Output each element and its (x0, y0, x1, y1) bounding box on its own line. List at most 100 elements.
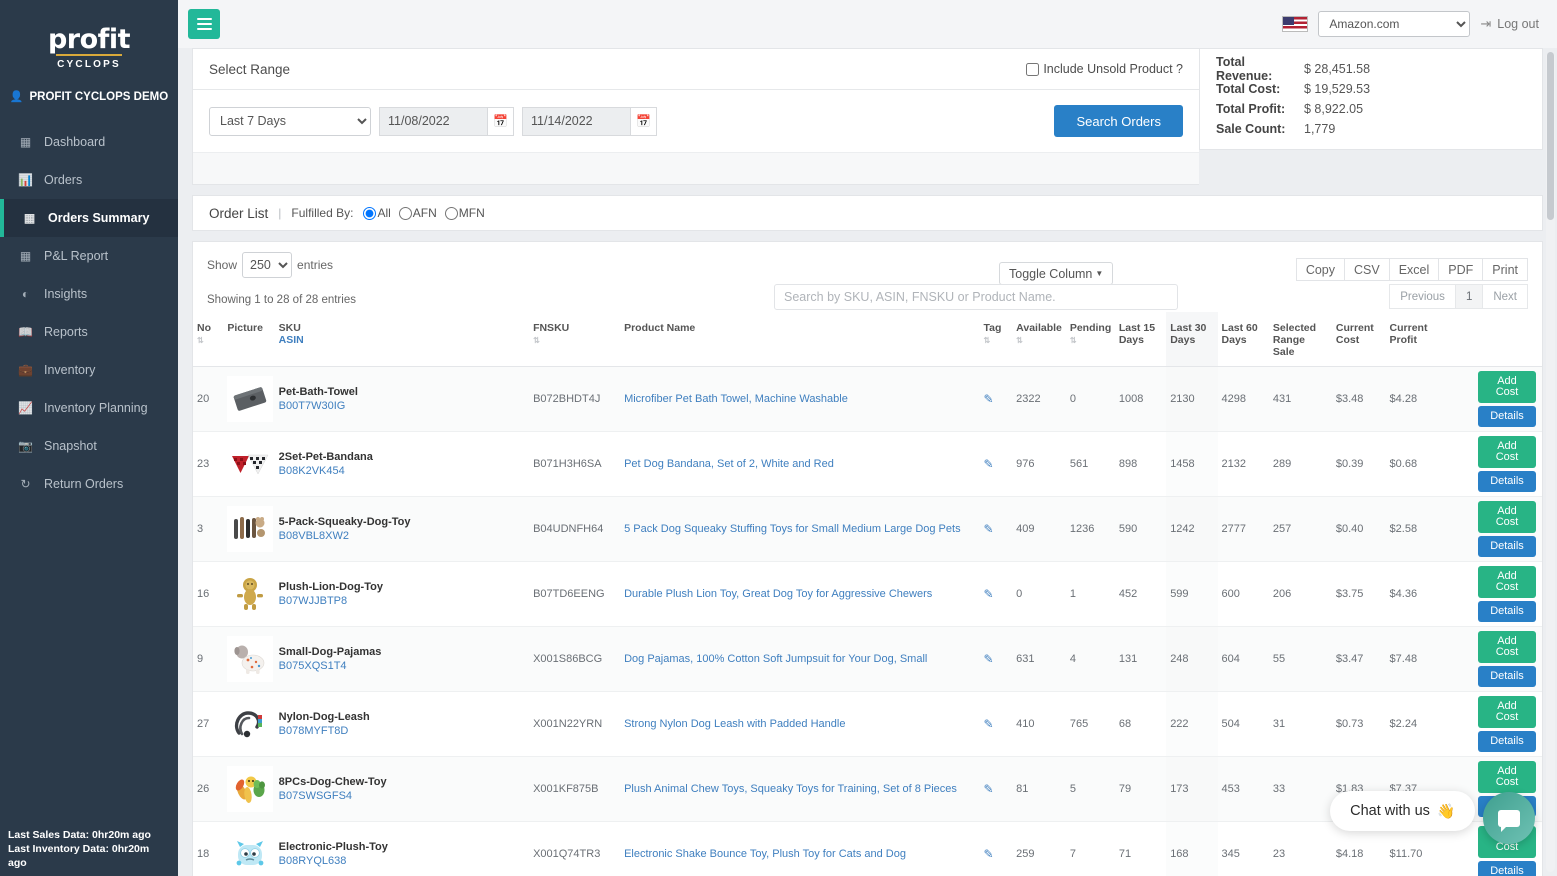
sort-icon[interactable]: ⇅ (197, 337, 204, 345)
details-button[interactable]: Details (1478, 666, 1536, 687)
sidebar-item-inventory-planning[interactable]: 📈 Inventory Planning (0, 389, 178, 427)
marketplace-select[interactable]: Amazon.com (1318, 11, 1471, 37)
sort-icon[interactable]: ⇅ (1016, 337, 1023, 345)
table-row[interactable]: 18 Electronic-Plush-Toy B08RYQL638 X001Q… (193, 821, 1542, 876)
add-cost-button[interactable]: Add Cost (1478, 566, 1536, 598)
fulfilled-by-all-radio[interactable] (363, 206, 377, 220)
asin-link[interactable]: B08VBL8XW2 (279, 529, 525, 543)
excel-button[interactable]: Excel (1388, 258, 1439, 281)
print-button[interactable]: Print (1482, 258, 1528, 281)
sidebar-item-orders-summary[interactable]: ▦ Orders Summary (0, 199, 178, 237)
product-name-link[interactable]: Dog Pajamas, 100% Cotton Soft Jumpsuit f… (624, 653, 927, 665)
col-last-30-days[interactable]: Last 30 Days (1166, 312, 1218, 367)
include-unsold-checkbox[interactable] (1026, 62, 1040, 76)
add-cost-button[interactable]: Add Cost (1478, 631, 1536, 663)
date-range-select[interactable]: Last 7 Days (209, 106, 371, 136)
details-button[interactable]: Details (1478, 601, 1536, 622)
product-name-link[interactable]: Pet Dog Bandana, Set of 2, White and Red (624, 458, 834, 470)
edit-tag-icon[interactable]: ✎ (984, 392, 994, 406)
chat-bubble-icon[interactable] (1483, 792, 1535, 844)
table-row[interactable]: 16 Plush-Lion-Dog-Toy B07WJJBTP8 B07TD6E… (193, 561, 1542, 627)
edit-tag-icon[interactable]: ✎ (984, 457, 994, 471)
sort-icon[interactable]: ⇅ (1070, 337, 1077, 345)
product-name-link[interactable]: 5 Pack Dog Squeaky Stuffing Toys for Sma… (624, 523, 961, 535)
asin-link[interactable]: B075XQS1T4 (279, 659, 525, 673)
col-fnsku[interactable]: FNSKU ⇅ (529, 312, 621, 367)
edit-tag-icon[interactable]: ✎ (984, 652, 994, 666)
table-row[interactable]: 3 5-Pack-Squeaky-Dog-Toy B08VBL8XW2 B04U… (193, 496, 1542, 562)
fulfilled-by-mfn-radio[interactable] (444, 206, 458, 220)
add-cost-button[interactable]: Add Cost (1478, 696, 1536, 728)
product-name-link[interactable]: Plush Animal Chew Toys, Squeaky Toys for… (624, 783, 957, 795)
toggle-column-button[interactable]: Toggle Column ▼ (999, 262, 1114, 285)
details-button[interactable]: Details (1478, 406, 1536, 427)
scrollbar-thumb[interactable] (1547, 52, 1554, 220)
col-available[interactable]: Available ⇅ (1012, 312, 1066, 367)
date-to-input[interactable] (522, 106, 630, 136)
col-last-60-days[interactable]: Last 60 Days (1217, 312, 1269, 367)
hamburger-icon[interactable] (188, 9, 220, 39)
previous-page-button[interactable]: Previous (1389, 284, 1455, 309)
table-row[interactable]: 9 Small-Dog-Pajamas B075XQS1T4 X001S86BC… (193, 626, 1542, 692)
product-name-link[interactable]: Strong Nylon Dog Leash with Padded Handl… (624, 718, 845, 730)
col-no[interactable]: No ⇅ (193, 312, 224, 367)
asin-link[interactable]: B07SWSGFS4 (279, 789, 525, 803)
fulfilled-by-mfn[interactable]: MFN (444, 206, 485, 220)
table-row[interactable]: 27 Nylon-Dog-Leash B078MYFT8D X001N22YRN… (193, 691, 1542, 757)
vertical-scrollbar[interactable] (1546, 52, 1555, 872)
details-button[interactable]: Details (1478, 471, 1536, 492)
asin-link[interactable]: B08K2VK454 (279, 464, 525, 478)
edit-tag-icon[interactable]: ✎ (984, 522, 994, 536)
pdf-button[interactable]: PDF (1438, 258, 1483, 281)
table-row[interactable]: 20 Pet-Bath-Towel B00T7W30IG B072BHDT4J … (193, 366, 1542, 432)
asin-link[interactable]: B00T7W30IG (279, 399, 525, 413)
product-name-link[interactable]: Electronic Shake Bounce Toy, Plush Toy f… (624, 848, 906, 860)
add-cost-button[interactable]: Add Cost (1478, 761, 1536, 793)
csv-button[interactable]: CSV (1344, 258, 1389, 281)
search-input[interactable] (774, 284, 1178, 310)
sidebar-item-insights[interactable]: ◐ Insights (0, 275, 178, 313)
col-current-profit[interactable]: Current Profit (1385, 312, 1447, 367)
details-button[interactable]: Details (1478, 861, 1536, 876)
include-unsold-toggle[interactable]: Include Unsold Product ? (1026, 62, 1183, 76)
edit-tag-icon[interactable]: ✎ (984, 587, 994, 601)
copy-button[interactable]: Copy (1295, 258, 1345, 281)
sidebar-item-inventory[interactable]: 💼 Inventory (0, 351, 178, 389)
col-product-name[interactable]: Product Name (620, 312, 980, 367)
sidebar-item-snapshot[interactable]: 📷 Snapshot (0, 427, 178, 465)
col-selected-range-sale[interactable]: Selected Range Sale (1268, 312, 1332, 367)
col-current-cost[interactable]: Current Cost (1331, 312, 1386, 367)
next-page-button[interactable]: Next (1482, 284, 1528, 309)
fulfilled-by-all[interactable]: All (363, 206, 391, 220)
edit-tag-icon[interactable]: ✎ (984, 847, 994, 861)
add-cost-button[interactable]: Add Cost (1478, 501, 1536, 533)
add-cost-button[interactable]: Add Cost (1478, 436, 1536, 468)
calendar-icon[interactable]: 📅 (487, 106, 514, 136)
logout-button[interactable]: ⇥ Log out (1480, 16, 1539, 32)
col-sku[interactable]: SKU ASIN (274, 312, 530, 367)
search-orders-button[interactable]: Search Orders (1054, 105, 1183, 137)
sidebar-item-pl-report[interactable]: ▦ P&L Report (0, 237, 178, 275)
edit-tag-icon[interactable]: ✎ (984, 717, 994, 731)
sidebar-item-orders[interactable]: 📊 Orders (0, 161, 178, 199)
date-from-input[interactable] (379, 106, 487, 136)
sidebar-item-dashboard[interactable]: ▦ Dashboard (0, 123, 178, 161)
sidebar-item-reports[interactable]: 📖 Reports (0, 313, 178, 351)
chat-with-us-bubble[interactable]: Chat with us 👋 (1330, 791, 1475, 831)
col-tag[interactable]: Tag ⇅ (979, 312, 1013, 367)
brand-logo[interactable]: profit CYCLOPS (0, 0, 178, 84)
col-last-15-days[interactable]: Last 15 Days (1114, 312, 1167, 367)
page-1-button[interactable]: 1 (1454, 284, 1483, 309)
fulfilled-by-afn[interactable]: AFN (398, 206, 437, 220)
product-name-link[interactable]: Durable Plush Lion Toy, Great Dog Toy fo… (624, 588, 932, 600)
sort-icon[interactable]: ⇅ (984, 337, 991, 345)
col-pending[interactable]: Pending ⇅ (1065, 312, 1115, 367)
details-button[interactable]: Details (1478, 731, 1536, 752)
add-cost-button[interactable]: Add Cost (1478, 371, 1536, 403)
sort-icon[interactable]: ⇅ (533, 337, 540, 345)
asin-link[interactable]: B07WJJBTP8 (279, 594, 525, 608)
asin-link[interactable]: B08RYQL638 (279, 854, 525, 868)
calendar-icon[interactable]: 📅 (630, 106, 657, 136)
details-button[interactable]: Details (1478, 536, 1536, 557)
product-name-link[interactable]: Microfiber Pet Bath Towel, Machine Washa… (624, 393, 848, 405)
